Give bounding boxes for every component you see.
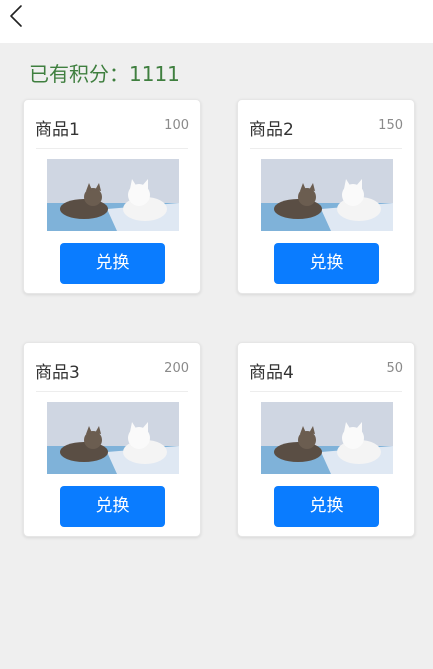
product-card: 商品2 150 兑换	[237, 99, 415, 294]
back-button[interactable]	[4, 2, 30, 30]
product-price: 100	[164, 118, 189, 133]
product-price: 50	[386, 361, 403, 376]
product-price: 150	[378, 118, 403, 133]
product-card: 商品1 100 兑换	[23, 99, 201, 294]
product-image	[261, 159, 393, 231]
chevron-left-icon	[10, 5, 22, 27]
redeem-button[interactable]: 兑换	[60, 243, 165, 284]
product-name: 商品4	[249, 363, 294, 383]
product-image	[261, 402, 393, 474]
product-name: 商品1	[35, 120, 80, 140]
product-image	[47, 402, 179, 474]
product-name: 商品3	[35, 363, 80, 383]
redeem-button[interactable]: 兑换	[274, 486, 379, 527]
redeem-button[interactable]: 兑换	[274, 243, 379, 284]
product-price: 200	[164, 361, 189, 376]
product-card: 商品4 50 兑换	[237, 342, 415, 537]
product-image	[47, 159, 179, 231]
product-name: 商品2	[249, 120, 294, 140]
points-balance: 已有积分：1111	[29, 62, 180, 86]
product-card: 商品3 200 兑换	[23, 342, 201, 537]
top-bar	[0, 0, 433, 43]
redeem-button[interactable]: 兑换	[60, 486, 165, 527]
